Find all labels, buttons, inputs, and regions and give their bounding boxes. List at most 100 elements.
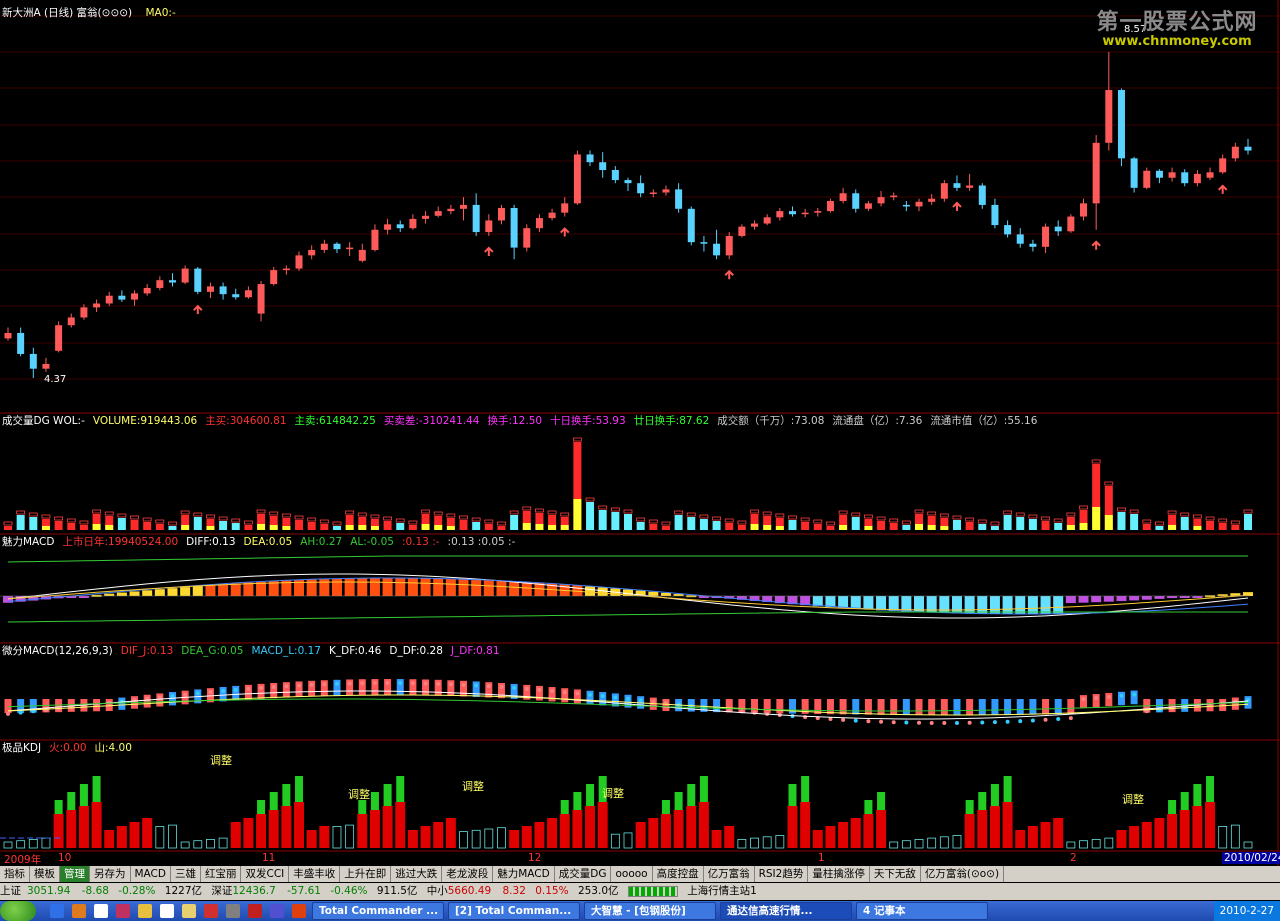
diff-dot-17 (221, 689, 226, 694)
volume-cap-48 (610, 507, 620, 512)
start-button[interactable] (0, 901, 36, 921)
zx-index-pct: 0.15% (535, 885, 569, 897)
volume-cap-92 (1167, 510, 1177, 515)
kdj-panel-header: 极品KDJ 火:0.00 山:4.00 (2, 741, 140, 755)
indicator-tab-15[interactable]: 高度控盘 (653, 866, 704, 882)
kdj_panel-name: 极品KDJ (2, 742, 42, 754)
quicklaunch-tool-icon[interactable] (226, 904, 240, 918)
candle-body-11 (143, 287, 151, 294)
indicator-tab-1[interactable]: 模板 (30, 866, 60, 882)
indicator-tab-11[interactable]: 老龙波段 (442, 866, 494, 882)
quicklaunch-folder-icon[interactable] (182, 904, 196, 918)
kdj-red-bar-66 (838, 822, 849, 848)
kdj-red-bar-34 (433, 822, 444, 848)
time-axis-start: 2009年 (4, 854, 42, 866)
volume-bar-main-87 (1104, 515, 1113, 530)
buy-signal-arrow-4 (952, 201, 962, 211)
diff-dot-79 (1005, 719, 1010, 724)
diff-dot-25 (322, 682, 327, 687)
volume-bar-25 (320, 524, 329, 530)
diff-dot-36 (461, 682, 466, 687)
indicator-tab-12[interactable]: 魅力MACD (493, 866, 555, 882)
quicklaunch-ie-icon[interactable] (50, 904, 64, 918)
indicator-tab-5[interactable]: 三雄 (171, 866, 201, 882)
candle-body-27 (346, 247, 354, 250)
diff-dot-45 (575, 691, 580, 696)
stock-chart[interactable]: 调整调整调整调整 调整 (0, 0, 1280, 866)
indicator-tab-0[interactable]: 指标 (0, 866, 30, 882)
diff-dot-87 (1106, 694, 1111, 699)
indicator-tab-2[interactable]: 管理 (60, 866, 90, 882)
diff-bar-65 (826, 699, 834, 715)
candle-body-98 (1244, 146, 1252, 151)
volume-cap-52 (661, 521, 671, 526)
time-axis-month-10: 10 (58, 852, 72, 864)
kdj-green-bar-63 (801, 776, 810, 802)
volume-cap-69 (876, 516, 886, 521)
volume-bar-79 (1003, 515, 1012, 530)
candle-body-88 (1117, 90, 1125, 159)
quicklaunch-red-icon[interactable] (248, 904, 262, 918)
kdj-red-bar-19 (243, 818, 254, 848)
candle-body-31 (396, 224, 404, 229)
candle-body-26 (333, 243, 341, 250)
macd-histogram-38 (483, 580, 494, 596)
quicklaunch-qq-icon[interactable] (160, 904, 174, 918)
indicator-tab-20[interactable]: 亿万富翁(⊙o⊙) (921, 866, 1005, 882)
volume-cap-53 (674, 510, 684, 515)
diff-bar-86 (1092, 694, 1100, 708)
indicator-tab-18[interactable]: 量柱擒涨停 (808, 866, 870, 882)
main-chart-header: 新大洲A (日线) 富翁(⊙⊙⊙) MA0:- (2, 6, 184, 20)
quicklaunch-app-icon[interactable] (116, 904, 130, 918)
taskbar-window-total-commander[interactable]: Total Commander ... (312, 902, 444, 920)
indicator-tab-19[interactable]: 天下无敌 (870, 866, 921, 882)
taskbar-window-tongdaxin[interactable]: 通达信高速行情... (720, 902, 852, 920)
indicator-tab-13[interactable]: 成交量DG (555, 866, 612, 882)
diff-dot-26 (334, 681, 339, 686)
indicator-tab-3[interactable]: 另存为 (90, 866, 131, 882)
kdj-empty-bar-73 (927, 837, 937, 849)
indicator-tab-10[interactable]: 逃过大跌 (391, 866, 443, 882)
indicator-tab-14[interactable]: ooooo (611, 866, 653, 882)
candle-body-86 (1092, 142, 1100, 204)
candle-body-81 (1029, 243, 1037, 247)
candle-body-97 (1231, 146, 1239, 159)
indicator-tab-17[interactable]: RSI2趋势 (755, 866, 809, 882)
volume-bar-main-59 (750, 524, 759, 530)
candle-body-64 (814, 211, 822, 213)
volume-cap-34 (433, 511, 443, 516)
volume-bar-main-8 (105, 525, 114, 530)
macd-histogram-9 (116, 592, 127, 596)
volume-cap-49 (623, 509, 633, 514)
taskbar-window-dazhihui[interactable]: 大智慧 - [包钢股份] (584, 902, 716, 920)
quicklaunch-media-icon[interactable] (94, 904, 108, 918)
indicator-tab-6[interactable]: 红宝丽 (201, 866, 242, 882)
candle-body-4 (55, 325, 63, 351)
macd-histogram-12 (154, 589, 165, 596)
volume-bar-0 (4, 526, 12, 530)
diff-bar-81 (1029, 699, 1037, 715)
diff-dot-70 (891, 720, 896, 725)
volume-bar-main-21 (269, 525, 278, 530)
macd-histogram-86 (1091, 596, 1102, 603)
indicator-tab-9[interactable]: 上升在即 (340, 866, 392, 882)
macd-histogram-93 (1179, 596, 1190, 598)
volume-cap-1 (16, 510, 26, 515)
quicklaunch-stock-icon[interactable] (204, 904, 218, 918)
volume-cap-97 (1230, 520, 1240, 525)
quicklaunch-firefox-icon[interactable] (72, 904, 86, 918)
indicator-tab-7[interactable]: 双发CCI (241, 866, 290, 882)
quicklaunch-face-icon[interactable] (138, 904, 152, 918)
volume-cap-2 (28, 512, 38, 517)
volume-cap-32 (408, 520, 418, 525)
kdj-green-bar-54 (687, 784, 696, 806)
quicklaunch-flame-icon[interactable] (292, 904, 306, 918)
taskbar-window-total-commander-2[interactable]: [2] Total Comman... (448, 902, 580, 920)
quicklaunch-music-icon[interactable] (270, 904, 284, 918)
indicator-tab-8[interactable]: 丰盛丰收 (289, 866, 341, 882)
diff-dot-71 (904, 720, 909, 725)
indicator-tab-4[interactable]: MACD (131, 866, 171, 882)
volume-bar-40 (510, 515, 519, 530)
taskbar-window-notepad[interactable]: 4 记事本 (856, 902, 988, 920)
indicator-tab-16[interactable]: 亿万富翁 (704, 866, 755, 882)
